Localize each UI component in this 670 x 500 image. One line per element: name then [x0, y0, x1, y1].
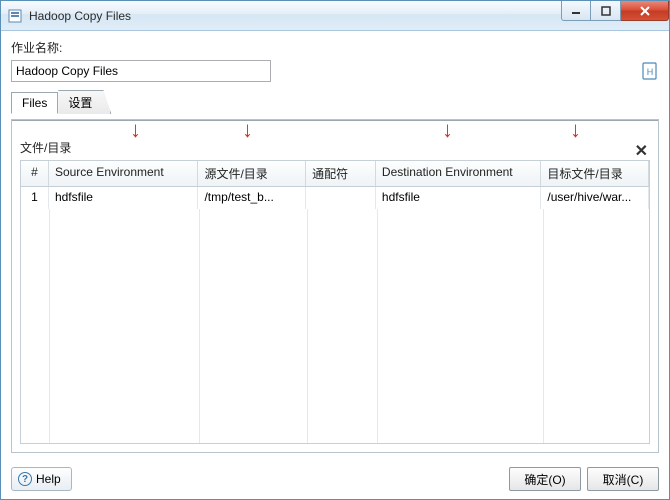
cell-dst-path[interactable]: /user/hive/war...: [541, 187, 649, 209]
help-button[interactable]: ? Help: [11, 467, 72, 491]
table-row[interactable]: 1 hdfsfile /tmp/test_b... hdfsfile /user…: [21, 187, 649, 209]
dialog-footer: ? Help 确定(O) 取消(C): [1, 459, 669, 499]
cancel-button[interactable]: 取消(C): [587, 467, 659, 491]
cell-glob[interactable]: [306, 187, 376, 209]
cell-src-path[interactable]: /tmp/test_b...: [198, 187, 306, 209]
tab-strip: Files 设置: [11, 90, 659, 114]
files-section-label: 文件/目录: [20, 139, 650, 156]
ok-button[interactable]: 确定(O): [509, 467, 581, 491]
titlebar[interactable]: Hadoop Copy Files: [1, 1, 669, 31]
files-grid: # Source Environment 源文件/目录 通配符 Destinat…: [20, 160, 650, 444]
close-button[interactable]: [621, 1, 669, 21]
help-icon: ?: [18, 472, 32, 486]
col-glob[interactable]: 通配符: [306, 161, 376, 186]
cell-src-env[interactable]: hdfsfile: [49, 187, 199, 209]
help-label: Help: [36, 472, 61, 486]
grid-header: # Source Environment 源文件/目录 通配符 Destinat…: [21, 161, 649, 187]
col-index[interactable]: #: [21, 161, 49, 186]
tab-files[interactable]: Files: [11, 92, 58, 114]
job-name-input[interactable]: [11, 60, 271, 82]
document-icon[interactable]: H: [641, 61, 659, 81]
maximize-button[interactable]: [591, 1, 621, 21]
clear-icon[interactable]: ✕: [635, 141, 648, 161]
col-source-path[interactable]: 源文件/目录: [198, 161, 306, 186]
cell-index: 1: [21, 187, 49, 209]
tab-settings[interactable]: 设置: [58, 90, 111, 114]
col-dest-env[interactable]: Destination Environment: [376, 161, 541, 186]
app-icon: [7, 8, 23, 24]
window-controls: [561, 1, 669, 21]
files-panel: ↓ ↓ ↓ ↓ 文件/目录 ✕ # Source Environment 源文件…: [11, 119, 659, 453]
minimize-button[interactable]: [561, 1, 591, 21]
dialog-window: Hadoop Copy Files 作业名称: H Files 设置 ↓ ↓ ↓…: [0, 0, 670, 500]
job-name-label: 作业名称:: [11, 39, 659, 56]
window-title: Hadoop Copy Files: [29, 9, 561, 23]
dialog-content: 作业名称: H Files 设置 ↓ ↓ ↓ ↓ 文件/目录 ✕ #: [1, 31, 669, 459]
col-dest-path[interactable]: 目标文件/目录: [541, 161, 649, 186]
col-source-env[interactable]: Source Environment: [49, 161, 199, 186]
svg-text:H: H: [647, 67, 654, 77]
cell-dst-env[interactable]: hdfsfile: [376, 187, 541, 209]
